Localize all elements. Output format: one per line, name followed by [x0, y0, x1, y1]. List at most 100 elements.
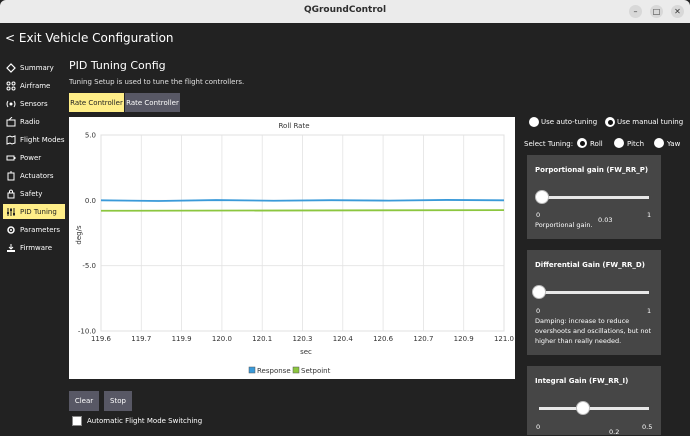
firmware-icon — [5, 243, 16, 252]
window-titlebar: QGroundControl – □ ✕ — [0, 0, 690, 23]
integral-gain-title: Integral Gain (FW_RR_I) — [535, 377, 629, 385]
sidebar-item-label: Summary — [20, 63, 54, 72]
sidebar-item-safety[interactable]: Safety — [3, 186, 65, 201]
pid-tuning-icon — [5, 207, 16, 216]
auto-tuning-label: Use auto-tuning — [541, 118, 598, 126]
yaw-label: Yaw — [667, 140, 681, 148]
sidebar-item-airframe[interactable]: Airframe — [3, 78, 65, 93]
differential-gain-title: Differential Gain (FW_RR_D) — [535, 261, 645, 269]
select-tuning-label: Select Tuning: — [524, 140, 574, 148]
airframe-icon — [5, 81, 16, 90]
series-line-response — [100, 199, 505, 202]
sidebar-item-label: Power — [20, 153, 42, 162]
pitch-label: Pitch — [627, 140, 645, 148]
proportional-gain-description: Porportional gain. — [535, 221, 593, 229]
summary-icon — [5, 62, 16, 73]
sidebar-item-flight-modes[interactable]: Flight Modes — [3, 132, 65, 147]
sidebar-item-summary[interactable]: Summary — [3, 60, 65, 75]
integral-gain-card: Integral Gain (FW_RR_I) 0 0.5 0.2 — [527, 366, 661, 436]
page-subtitle: Tuning Setup is used to tune the flight … — [69, 78, 245, 86]
sidebar-item-pid-tuning[interactable]: PID Tuning — [3, 204, 65, 219]
stop-button[interactable]: Stop — [104, 391, 132, 411]
legend-setpoint-swatch — [292, 366, 300, 374]
integral-gain-slider[interactable] — [539, 407, 649, 410]
x-tick-label: 119.7 — [131, 335, 151, 343]
sidebar-item-label: Sensors — [20, 99, 48, 108]
x-tick-label: 120.4 — [333, 335, 354, 343]
chart-x-axis-label: sec — [300, 348, 312, 356]
radio-icon — [5, 116, 16, 126]
roll-label: Roll — [590, 140, 603, 148]
chart-grid — [100, 134, 505, 332]
sidebar-item-label: Flight Modes — [20, 135, 65, 144]
legend-setpoint-label: Setpoint — [301, 367, 331, 375]
sidebar-item-firmware[interactable]: Firmware — [3, 240, 65, 255]
y-tick-label: -10.0 — [78, 328, 96, 336]
integral-gain-min: 0 — [536, 423, 541, 431]
differential-gain-description: Damping: increase to reduce overshoots a… — [535, 317, 652, 345]
roll-rate-chart: Roll Rate deg/s sec 119.6 119.7 119.9 120.0… — [69, 117, 515, 379]
close-icon[interactable]: ✕ — [671, 5, 684, 18]
sensors-icon — [5, 99, 16, 108]
sidebar-item-power[interactable]: Power — [3, 150, 65, 165]
flight-modes-icon — [5, 134, 16, 145]
chart-legend[interactable]: Response Setpoint — [248, 366, 331, 375]
power-icon — [5, 153, 16, 162]
manual-tuning-label: Use manual tuning — [617, 118, 684, 126]
x-tick-label: 120.9 — [454, 335, 474, 343]
legend-response-swatch — [248, 366, 256, 374]
proportional-gain-slider-handle[interactable] — [535, 190, 550, 204]
proportional-gain-min: 0 — [536, 211, 541, 219]
roll-radio[interactable] — [577, 138, 587, 148]
integral-gain-slider-handle[interactable] — [576, 401, 590, 415]
window-title: QGroundControl — [303, 5, 387, 15]
maximize-icon[interactable]: □ — [650, 5, 663, 18]
sidebar-item-actuators[interactable]: Actuators — [3, 168, 65, 183]
series-line-setpoint — [100, 209, 505, 212]
minimize-icon[interactable]: – — [629, 5, 642, 18]
actuators-icon — [5, 170, 16, 180]
x-tick-label: 120.1 — [252, 335, 272, 343]
pitch-radio[interactable] — [614, 138, 624, 148]
chart-title: Roll Rate — [279, 122, 310, 130]
x-tick-label: 120.7 — [413, 335, 433, 343]
legend-response-label: Response — [257, 367, 291, 375]
x-tick-label: 120.0 — [212, 335, 232, 343]
page-title: PID Tuning Config — [69, 59, 166, 72]
tab-rate-controller-2[interactable]: Rate Controller — [125, 93, 180, 112]
sidebar-item-label: Safety — [20, 189, 43, 198]
differential-gain-max: 1 — [647, 307, 652, 315]
clear-button[interactable]: Clear — [69, 391, 99, 411]
differential-gain-min: 0 — [536, 307, 541, 315]
sidebar-item-radio[interactable]: Radio — [3, 114, 65, 129]
sidebar-item-label: Actuators — [20, 171, 54, 180]
auto-flight-mode-switch-label: Automatic Flight Mode Switching — [87, 417, 203, 425]
chart-svg: Roll Rate deg/s sec 119.6 119.7 119.9 120.0… — [75, 122, 514, 375]
differential-gain-slider[interactable] — [539, 291, 649, 294]
sidebar-item-label: Parameters — [20, 225, 61, 234]
sidebar-item-sensors[interactable]: Sensors — [3, 96, 65, 111]
parameters-icon — [5, 225, 16, 234]
tab-rate-controller-1[interactable]: Rate Controller — [69, 93, 124, 112]
x-tick-label: 121.0 — [494, 335, 514, 343]
exit-vehicle-config-button[interactable]: < Exit Vehicle Configuration — [5, 31, 174, 45]
x-tick-label: 119.6 — [91, 335, 112, 343]
auto-tuning-radio[interactable] — [529, 117, 539, 127]
integral-gain-max: 0.5 — [642, 423, 653, 431]
proportional-gain-max: 1 — [647, 211, 652, 219]
sidebar-item-parameters[interactable]: Parameters — [3, 222, 65, 237]
sidebar-item-label: Firmware — [20, 243, 53, 252]
y-tick-label: 5.0 — [85, 132, 96, 140]
proportional-gain-slider[interactable] — [539, 196, 649, 199]
y-tick-label: -5.0 — [82, 262, 96, 270]
y-tick-label: 0.0 — [85, 197, 96, 205]
manual-tuning-radio[interactable] — [605, 117, 615, 127]
auto-flight-mode-switch-checkbox[interactable] — [72, 416, 82, 426]
x-tick-label: 119.9 — [172, 335, 192, 343]
proportional-gain-card: Porportional gain (FW_RR_P) 0 1 0.03 Por… — [527, 155, 661, 239]
differential-gain-slider-handle[interactable] — [532, 285, 546, 299]
yaw-radio[interactable] — [654, 138, 664, 148]
x-tick-label: 120.3 — [292, 335, 312, 343]
sidebar-item-label: Radio — [20, 117, 40, 126]
proportional-gain-value: 0.03 — [598, 216, 613, 224]
